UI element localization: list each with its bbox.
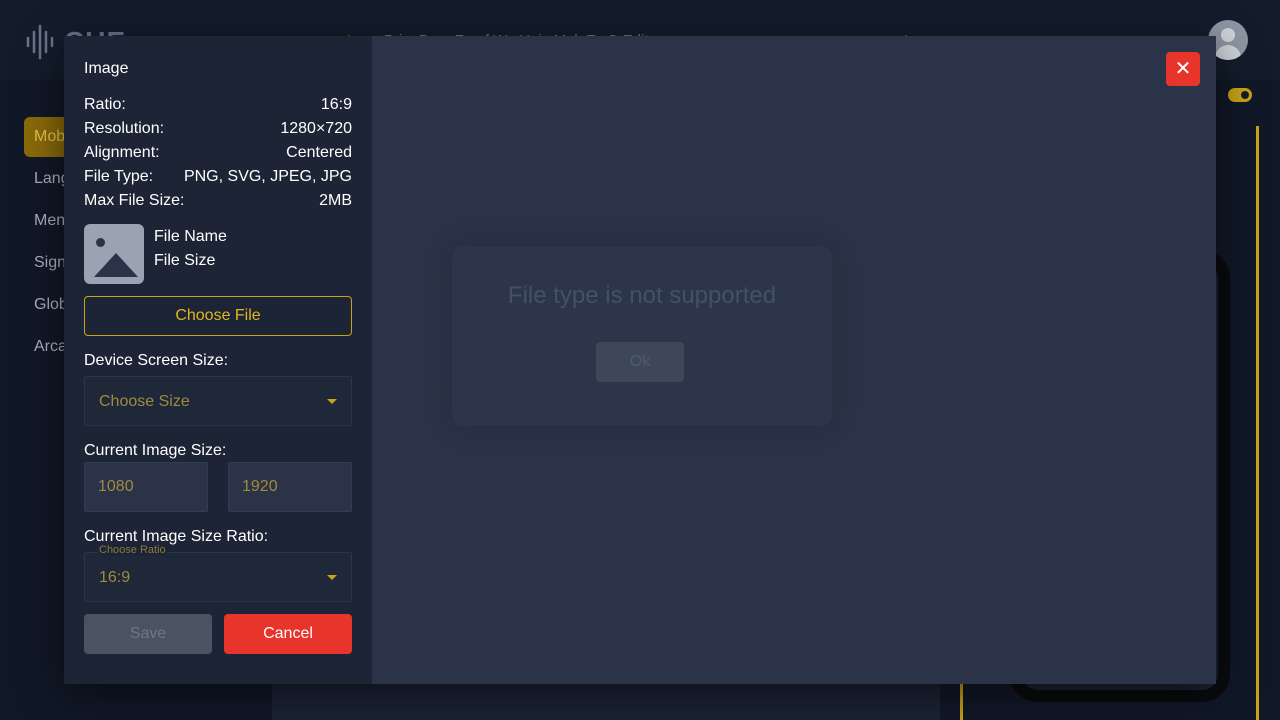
info-label: Max File Size: — [84, 192, 185, 209]
file-size-label: File Size — [154, 252, 216, 269]
thumb-sun — [96, 238, 105, 247]
cancel-button[interactable]: Cancel — [224, 614, 352, 654]
info-label: Resolution: — [84, 120, 165, 137]
modal-title: Image — [84, 60, 129, 77]
image-placeholder-icon — [84, 224, 144, 284]
accent-divider — [1256, 126, 1259, 720]
background-panel — [272, 684, 940, 720]
error-ok-button[interactable]: Ok — [596, 342, 684, 382]
info-value: PNG, SVG, JPEG, JPG — [183, 168, 352, 185]
ratio-float-label: Choose Ratio — [98, 544, 167, 556]
close-button[interactable]: ✕ — [1166, 52, 1200, 86]
info-row-alignment: Alignment: Centered — [84, 144, 352, 162]
dropdown-arrow-icon — [327, 575, 337, 580]
dropdown-arrow-icon — [327, 399, 337, 404]
accent-divider-2 — [960, 684, 963, 720]
image-width-input[interactable]: 1080 — [84, 462, 208, 512]
info-label: File Type: — [84, 168, 154, 185]
select-placeholder: Choose Size — [99, 393, 190, 410]
info-value: 2MB — [319, 192, 352, 209]
info-label: Ratio: — [84, 96, 126, 113]
ratio-value: 16:9 — [99, 569, 131, 586]
background-toggle[interactable] — [1228, 88, 1252, 102]
info-value: 16:9 — [320, 96, 352, 113]
save-button[interactable]: Save — [84, 614, 212, 654]
device-screen-size-select[interactable]: Choose Size — [84, 376, 352, 426]
image-upload-modal: Image Ratio: 16:9 Resolution: 1280×720 A… — [64, 36, 1216, 684]
info-label: Alignment: — [84, 144, 160, 161]
image-height-input[interactable]: 1920 — [228, 462, 352, 512]
logo-bars-icon — [26, 24, 54, 60]
choose-file-button[interactable]: Choose File — [84, 296, 352, 336]
current-image-size-label: Current Image Size: — [84, 442, 227, 459]
info-row-ratio: Ratio: 16:9 — [84, 96, 352, 114]
error-dialog: File type is not supported Ok — [452, 246, 832, 426]
file-name-label: File Name — [154, 228, 227, 245]
info-value: Centered — [286, 144, 352, 161]
thumb-mountain — [94, 253, 138, 277]
info-value: 1280×720 — [280, 120, 352, 137]
error-message: File type is not supported — [507, 282, 777, 309]
device-screen-size-label: Device Screen Size: — [84, 352, 229, 369]
info-row-max-file-size: Max File Size: 2MB — [84, 192, 352, 210]
ratio-select[interactable]: Choose Ratio 16:9 — [84, 544, 352, 602]
info-row-file-type: File Type: PNG, SVG, JPEG, JPG — [84, 168, 352, 186]
info-row-resolution: Resolution: 1280×720 — [84, 120, 352, 138]
image-settings-pane: Image Ratio: 16:9 Resolution: 1280×720 A… — [64, 36, 372, 684]
close-icon: ✕ — [1174, 58, 1192, 80]
image-preview-pane: File type is not supported Ok — [372, 36, 1216, 684]
